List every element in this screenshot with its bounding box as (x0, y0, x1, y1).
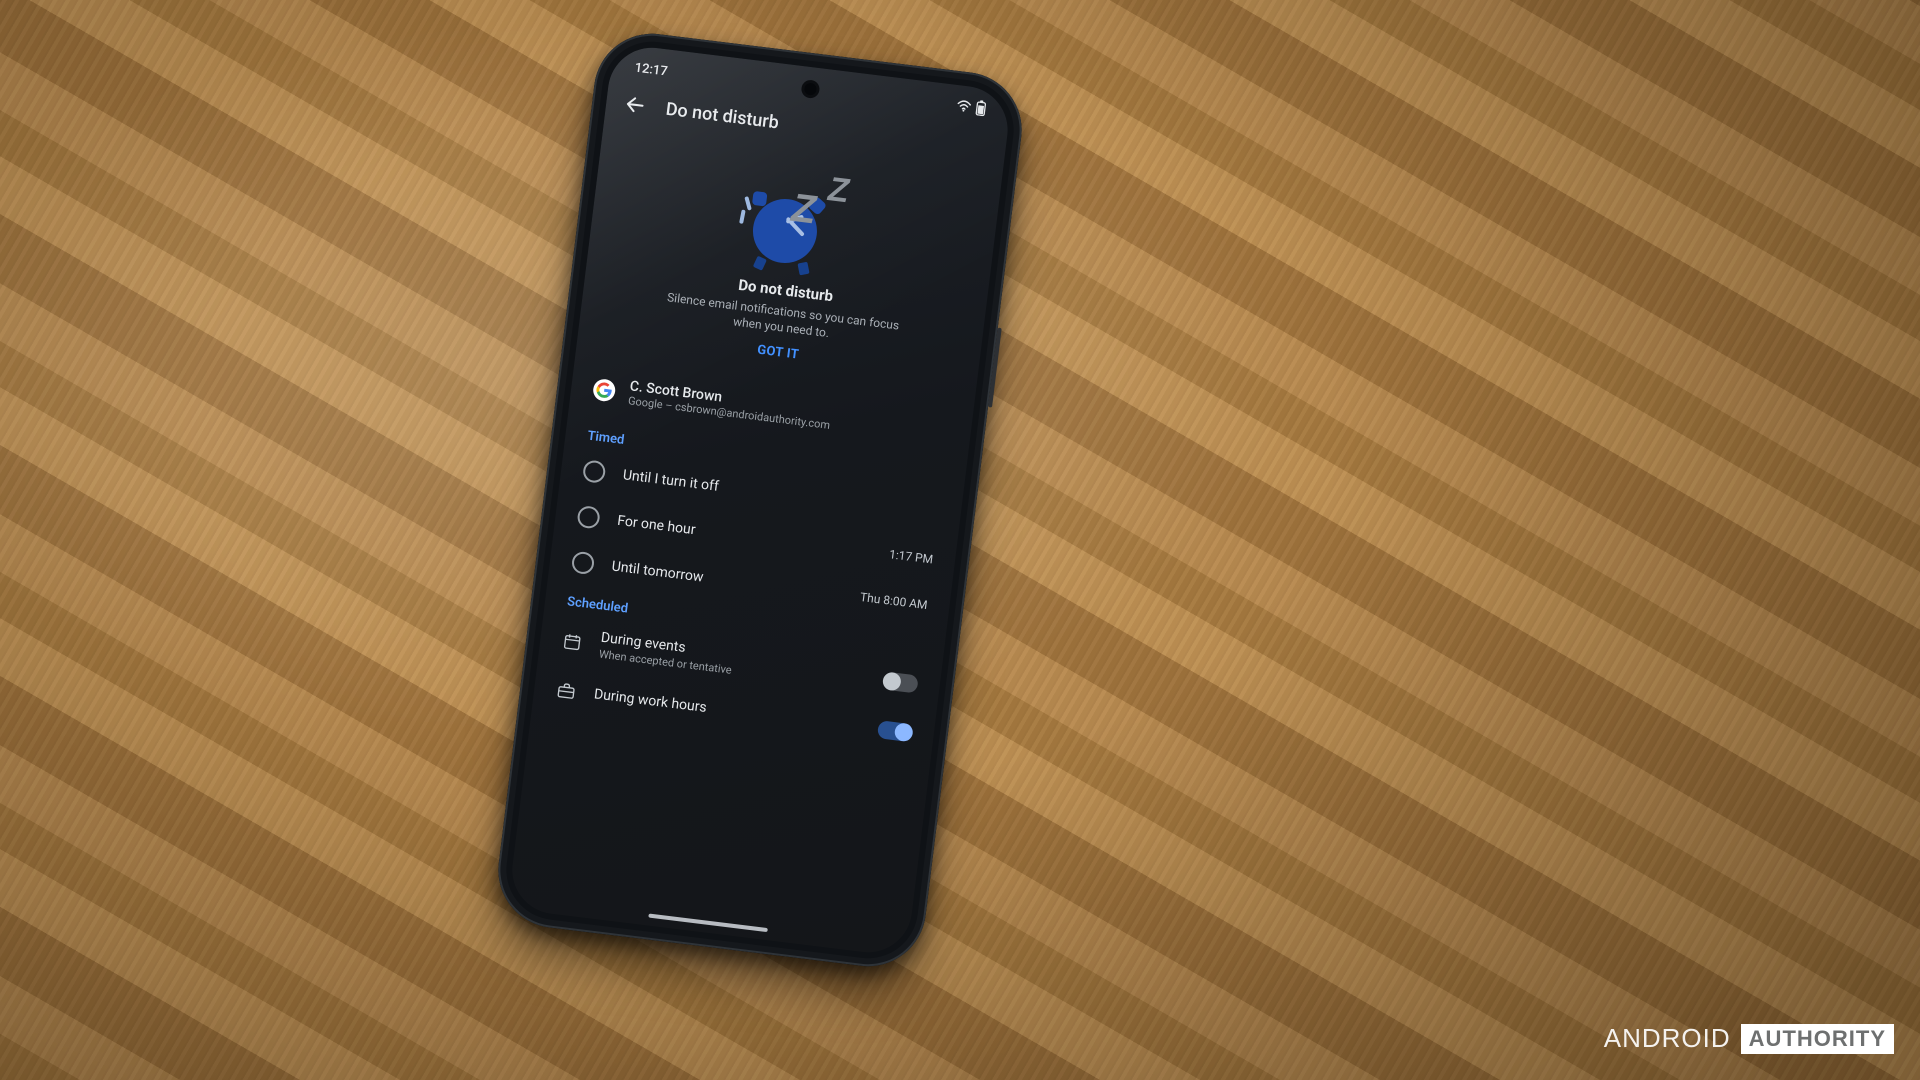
option-time: 1:17 PM (888, 548, 934, 567)
calendar-icon (561, 631, 583, 653)
watermark: ANDROID AUTHORITY (1604, 1023, 1894, 1054)
wifi-icon (955, 99, 972, 117)
radio-icon (582, 460, 607, 485)
status-time: 12:17 (634, 60, 669, 79)
google-logo-icon (592, 378, 617, 403)
home-indicator[interactable] (648, 914, 768, 933)
phone-screen: 12:17 Do not disturb (507, 43, 1012, 957)
toggle-switch[interactable] (883, 671, 919, 693)
back-button[interactable] (623, 93, 648, 118)
page-title: Do not disturb (665, 98, 780, 133)
radio-icon (576, 505, 601, 530)
watermark-part1: ANDROID (1604, 1023, 1731, 1054)
watermark-part2: AUTHORITY (1741, 1024, 1894, 1054)
sleeping-clock-icon: ZZ (728, 155, 861, 279)
toggle-switch[interactable] (877, 721, 913, 743)
battery-icon (974, 99, 987, 120)
radio-icon (571, 551, 596, 576)
option-time: Thu 8:00 AM (859, 590, 928, 612)
briefcase-icon (555, 680, 577, 702)
